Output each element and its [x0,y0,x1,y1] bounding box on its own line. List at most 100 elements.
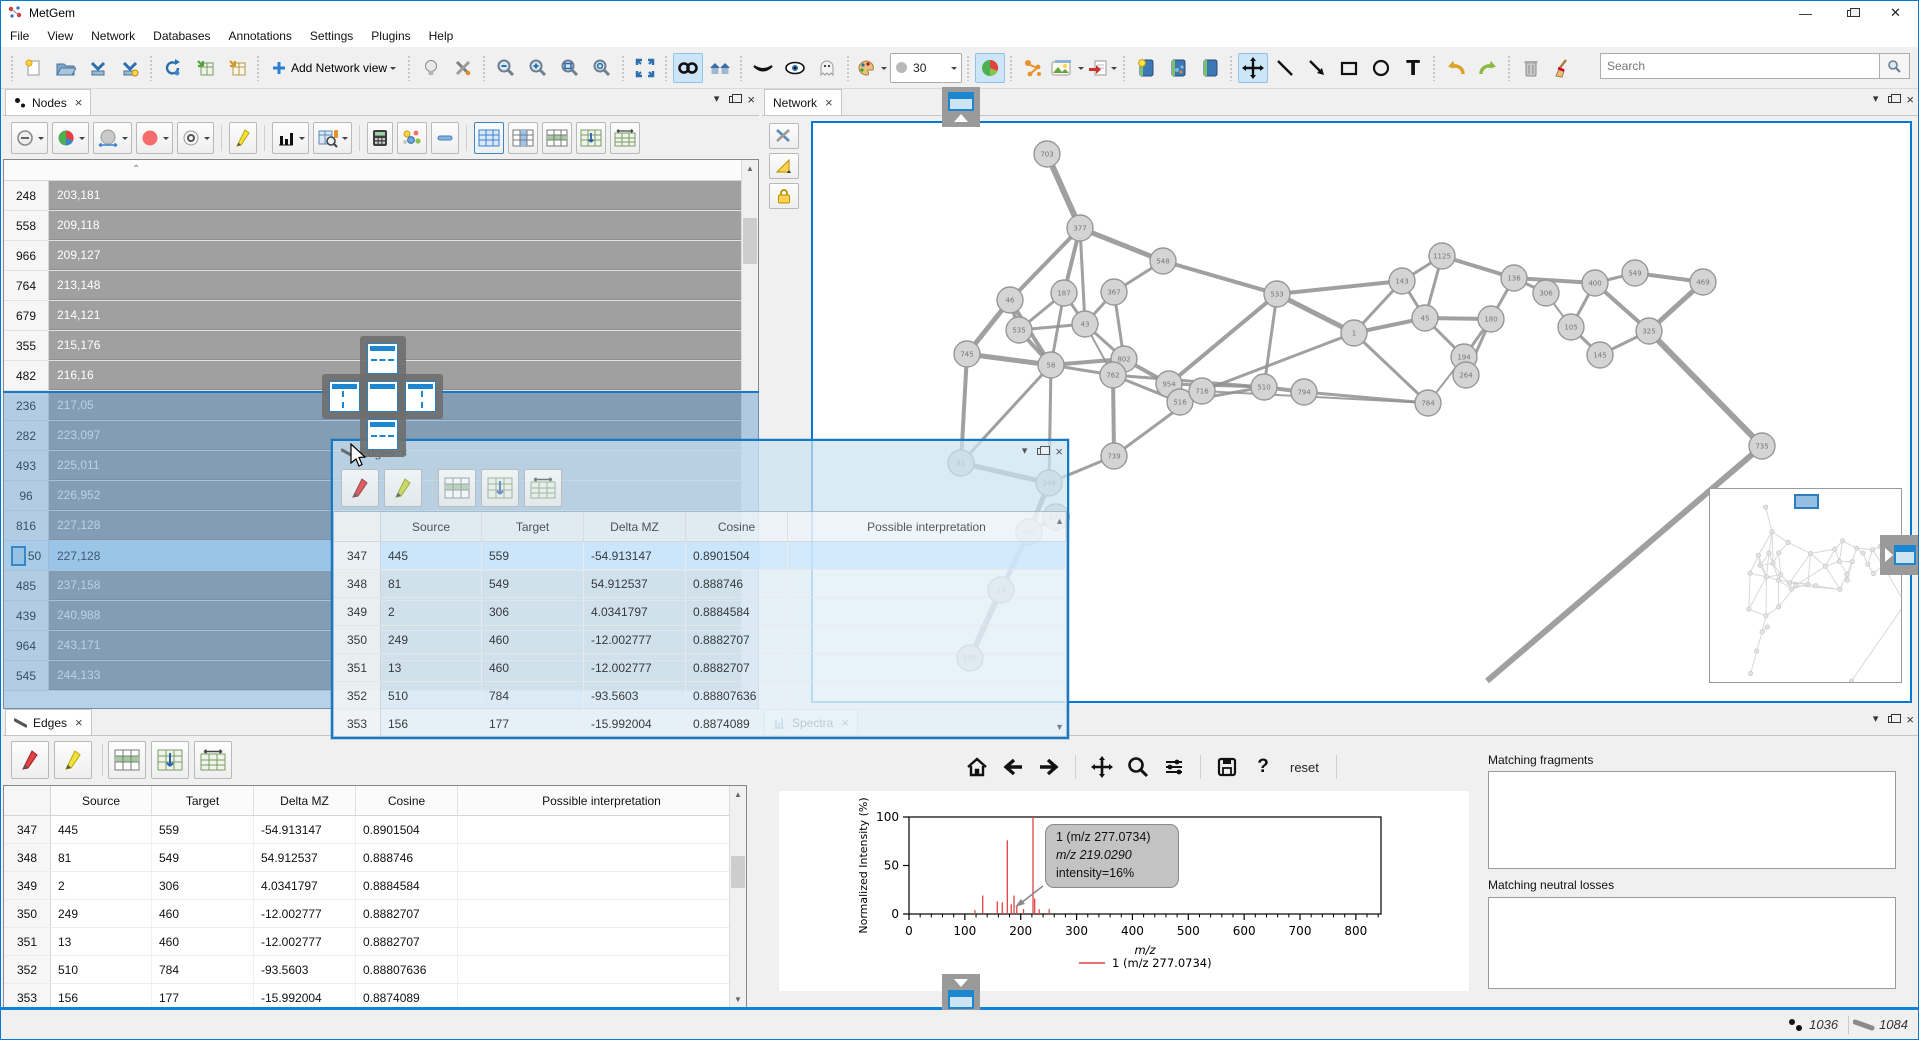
tab-close-icon[interactable]: × [825,95,833,110]
edges-table-row[interactable]: 34923064.03417970.8884584 [4,872,746,900]
dock-bottom-hint[interactable] [942,974,980,1014]
network-edge[interactable] [1169,294,1277,384]
import-metadata-button[interactable] [190,53,220,83]
settings-tools-button[interactable] [448,53,478,83]
formula-button[interactable] [367,122,393,154]
clear-annotations-button[interactable] [1548,53,1578,83]
menu-file[interactable]: File [1,26,38,46]
table-sort-button[interactable] [481,469,519,507]
dock-close-icon[interactable]: × [1906,713,1914,726]
network-options-button[interactable] [769,123,799,149]
filter-button[interactable] [431,122,459,154]
network-node[interactable]: 180 [1478,306,1504,332]
edges-table-row[interactable]: 34923064.03417970.8884584 [334,598,1066,626]
network-node[interactable]: 549 [1622,260,1648,286]
plot-zoom-button[interactable] [1123,752,1153,782]
edges-table-row[interactable]: 35113460-12.0027770.8882707 [4,928,746,956]
table-sort-button[interactable] [576,122,606,154]
network-node[interactable]: 762 [1100,362,1126,388]
edges-table-row[interactable]: 347445559-54.9131470.8901504 [334,542,1066,570]
network-edge[interactable] [1264,294,1277,387]
neutral-loss-button[interactable] [11,122,48,154]
tab-nodes[interactable]: Nodes × [5,89,91,115]
add-network-view-button[interactable]: Add Network view [265,53,403,83]
table-resize-button[interactable] [524,469,562,507]
network-ruler-button[interactable] [769,153,799,179]
toolbar-handle[interactable] [256,55,261,81]
edges-table-row[interactable]: 347445559-54.9131470.8901504 [4,816,746,844]
column-header[interactable]: Possible interpretation [458,786,746,815]
plot-back-button[interactable] [998,752,1028,782]
export-data-button[interactable] [1087,53,1118,83]
tab-close-icon[interactable]: × [75,715,83,730]
dock-top-target[interactable] [367,343,398,374]
minimap-viewport[interactable] [1794,494,1819,509]
edges-table-row[interactable]: 353156177-15.9920040.8874089 [4,984,746,1008]
table-view-selected-button[interactable] [438,469,476,507]
matching-neutral-losses-box[interactable] [1488,897,1896,989]
column-header[interactable]: Cosine [686,512,788,541]
plot-configure-button[interactable] [1159,752,1189,782]
query-databases-button[interactable] [313,122,352,154]
link-views-toggle[interactable] [673,53,703,83]
network-node[interactable]: 45 [1412,305,1438,331]
network-node[interactable]: 1 [1341,320,1367,346]
network-edge[interactable] [1649,331,1762,446]
network-node[interactable]: 143 [1389,268,1415,294]
network-edge[interactable] [1277,281,1402,294]
zoom-out-button[interactable] [491,53,521,83]
text-tool[interactable]: T [1398,53,1428,83]
plot-forward-button[interactable] [1034,752,1064,782]
scroll-up-icon[interactable]: ▲ [742,160,758,176]
column-header[interactable]: Possible interpretation [788,512,1066,541]
table-view-all-button[interactable] [474,122,504,154]
network-node[interactable]: 105 [1558,314,1584,340]
statistics-button[interactable] [272,122,309,154]
column-header[interactable]: Target [482,512,584,541]
dock-close-icon[interactable]: × [747,93,755,106]
highlight-yellow-button[interactable] [384,469,422,507]
edges-table-row[interactable]: 35113460-12.0027770.8882707 [334,654,1066,682]
edges-table-row[interactable]: 3488154954.9125370.888746 [334,570,1066,598]
toolbar-handle[interactable] [1229,55,1234,81]
dock-top-hint[interactable] [942,87,980,127]
color-column-button[interactable] [136,122,173,154]
network-node[interactable]: 548 [1150,248,1176,274]
dock-float-icon[interactable] [1888,716,1896,723]
toolbar-handle[interactable] [1009,55,1014,81]
network-node[interactable]: 43 [1072,311,1098,337]
pie-charts-toggle[interactable] [975,53,1005,83]
edges-table-row[interactable]: 3488154954.9125370.888746 [4,844,746,872]
plot-pan-button[interactable] [1087,752,1117,782]
tab-edges[interactable]: Edges × [5,709,92,735]
size-column-button[interactable] [93,122,132,154]
edges-vertical-scrollbar[interactable]: ▲ ▼ [729,786,746,1007]
clusterize-button[interactable] [397,122,427,154]
table-view-selected-button[interactable] [108,741,146,779]
toolbar-handle[interactable] [664,55,669,81]
toolbar-handle[interactable] [149,55,154,81]
dock-float-icon[interactable] [1888,96,1896,103]
plot-reset-button[interactable]: reset [1284,752,1325,782]
dock-float-icon[interactable] [1037,448,1045,455]
arrow-tool[interactable] [1302,53,1332,83]
download-databases-button[interactable] [1163,53,1193,83]
network-node[interactable]: 367 [1101,279,1127,305]
table-view-selected-button[interactable] [542,122,572,154]
network-node[interactable]: 735 [1749,433,1775,459]
view-databases-button[interactable] [1131,53,1161,83]
pin-column-button[interactable] [177,122,214,154]
edges-table-row[interactable]: 350249460-12.0027770.8882707 [4,900,746,928]
highlight-red-button[interactable] [341,469,379,507]
scroll-down-icon[interactable]: ▼ [1055,722,1064,732]
redo-button[interactable] [1473,53,1503,83]
plot-save-button[interactable] [1212,752,1242,782]
menu-help[interactable]: Help [420,26,463,46]
network-node[interactable]: 264 [1453,362,1479,388]
fullscreen-button[interactable] [630,53,660,83]
menu-annotations[interactable]: Annotations [220,26,301,46]
highlight-yellow-button[interactable] [54,741,92,779]
nodes-table-row[interactable]: 966209,127 [4,241,741,271]
toolbar-handle[interactable] [739,55,744,81]
menu-settings[interactable]: Settings [301,26,362,46]
